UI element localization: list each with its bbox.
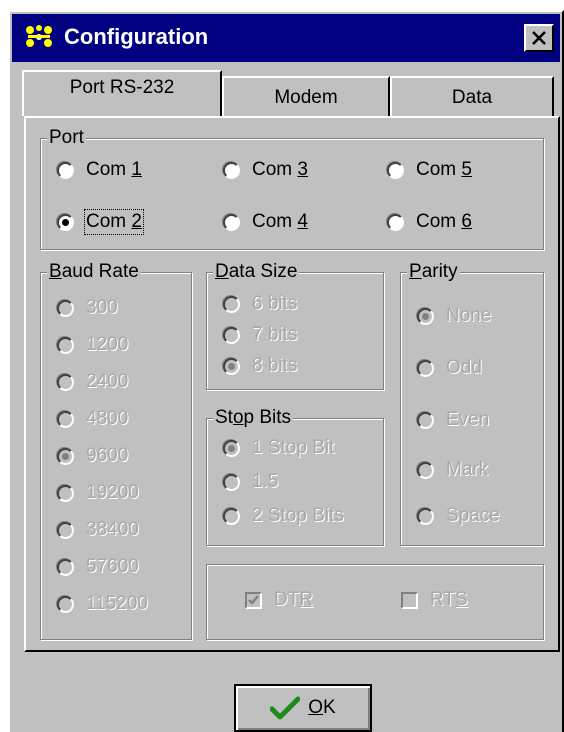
configuration-window: Configuration Port RS-232 Modem Data Por… [8, 10, 564, 732]
radio-baud-19200[interactable]: 19200 [57, 482, 139, 504]
radio-indicator [223, 213, 240, 231]
checkbox-indicator [401, 591, 418, 609]
tab-data[interactable]: Data [390, 76, 554, 120]
radio-parity-mark[interactable]: Mark [417, 459, 488, 481]
close-icon [532, 31, 546, 45]
stop-bits-group: Stop Bits 1 Stop Bit 1.5 2 Stop Bits [206, 406, 384, 546]
title-bar: Configuration [12, 14, 560, 62]
checkmark-icon [248, 594, 259, 605]
ok-button[interactable]: OK [234, 684, 372, 732]
radio-baud-2400[interactable]: 2400 [57, 371, 128, 393]
radio-7-bits[interactable]: 7 bits [223, 324, 297, 346]
radio-baud-1200[interactable]: 1200 [57, 334, 128, 356]
radio-com6[interactable]: Com 6 [387, 211, 472, 233]
radio-1-5-stop-bits[interactable]: 1.5 [223, 471, 278, 493]
port-group: Port Com 1 Com 3 Com 5 Com 2 Com 4 Com 6 [40, 126, 544, 250]
radio-com1[interactable]: Com 1 [57, 159, 142, 181]
radio-2-stop-bits[interactable]: 2 Stop Bits [223, 505, 344, 527]
radio-indicator [57, 161, 74, 179]
radio-com2[interactable]: Com 2 [57, 209, 144, 235]
radio-baud-38400[interactable]: 38400 [57, 519, 139, 541]
rts-checkbox[interactable]: RTS [401, 589, 468, 611]
data-size-label: Data Size [213, 260, 300, 284]
tab-panel: Port Com 1 Com 3 Com 5 Com 2 Com 4 Com 6… [24, 116, 560, 652]
radio-com5[interactable]: Com 5 [387, 159, 472, 181]
tab-modem[interactable]: Modem [222, 76, 390, 120]
radio-parity-none[interactable]: None [417, 305, 491, 327]
radio-indicator [387, 213, 404, 231]
radio-baud-4800[interactable]: 4800 [57, 408, 128, 430]
baud-rate-label: Baud Rate [47, 260, 141, 284]
close-button[interactable] [524, 24, 554, 52]
radio-parity-space[interactable]: Space [417, 505, 500, 527]
tab-port-rs232[interactable]: Port RS-232 [22, 70, 222, 116]
radio-6-bits[interactable]: 6 bits [223, 293, 297, 315]
app-icon [24, 24, 54, 50]
stop-bits-label: Stop Bits [213, 406, 294, 430]
ok-label: OK [308, 697, 336, 718]
radio-8-bits[interactable]: 8 bits [223, 355, 297, 377]
checkbox-indicator [245, 591, 262, 609]
radio-baud-115200[interactable]: 115200 [57, 593, 148, 615]
radio-indicator [223, 161, 240, 179]
dtr-checkbox[interactable]: DTR [245, 589, 313, 611]
radio-baud-300[interactable]: 300 [57, 297, 118, 319]
radio-parity-even[interactable]: Even [417, 409, 489, 431]
radio-indicator [387, 161, 404, 179]
parity-group: Parity None Odd Even Mark Space [400, 260, 544, 546]
parity-label: Parity [407, 260, 460, 284]
checkmark-icon [270, 696, 301, 720]
radio-1-stop-bit[interactable]: 1 Stop Bit [223, 437, 334, 459]
baud-rate-group: Baud Rate 300 1200 2400 4800 9600 19200 … [40, 260, 192, 640]
radio-indicator [57, 213, 74, 231]
radio-baud-57600[interactable]: 57600 [57, 556, 139, 578]
radio-baud-9600[interactable]: 9600 [57, 445, 128, 467]
radio-parity-odd[interactable]: Odd [417, 357, 482, 379]
port-group-label: Port [47, 126, 86, 150]
radio-com4[interactable]: Com 4 [223, 211, 308, 233]
data-size-group: Data Size 6 bits 7 bits 8 bits [206, 260, 384, 390]
radio-com3[interactable]: Com 3 [223, 159, 308, 181]
line-control-group: DTR RTS [206, 564, 544, 640]
window-title: Configuration [64, 24, 209, 49]
